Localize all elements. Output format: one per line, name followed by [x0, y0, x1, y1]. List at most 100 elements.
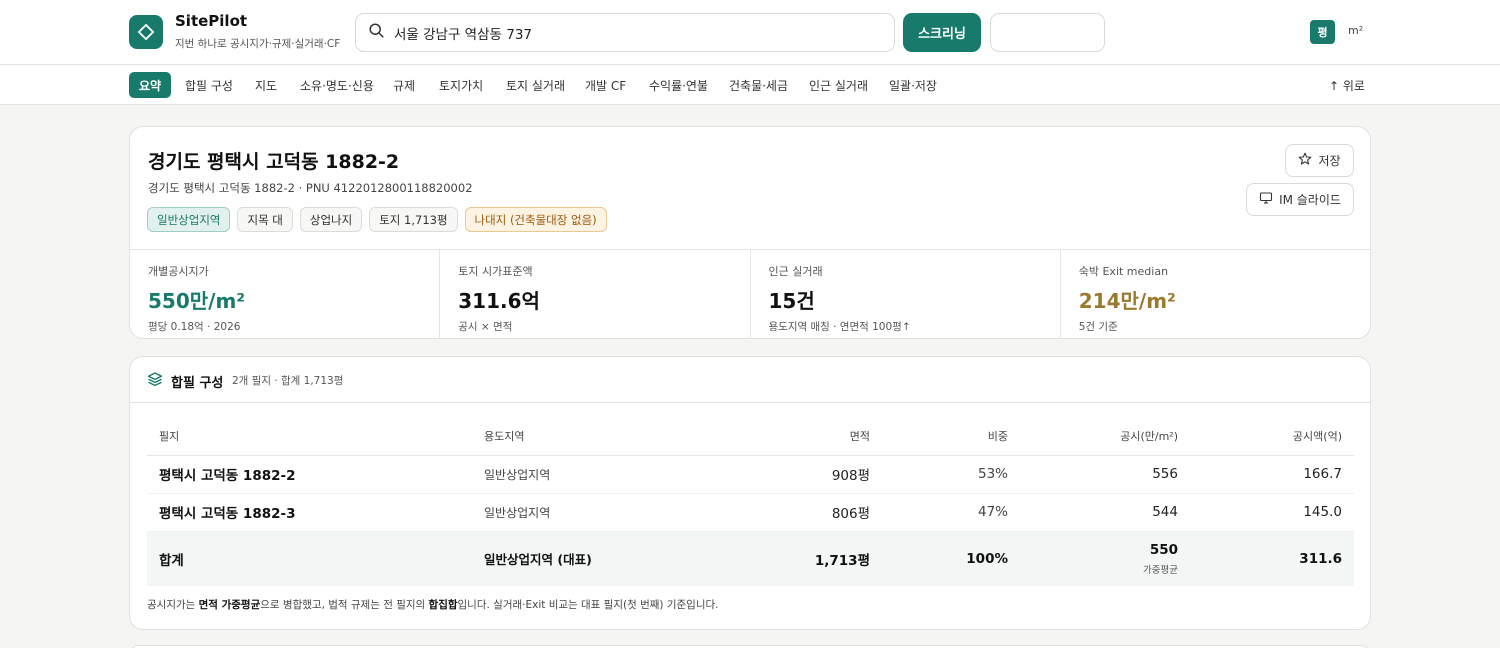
metric-label: 인근 실거래 — [768, 265, 823, 278]
metric-value: 550만/m² — [148, 289, 246, 313]
metric-note: 5건 기준 — [1078, 321, 1118, 333]
total-price: 550 — [1149, 541, 1178, 558]
total-ratio: 100% — [882, 531, 1020, 586]
parcel-name: 평택시 고덕동 1882-2 — [147, 455, 472, 494]
metric-note: 공시 × 면적 — [458, 321, 513, 333]
scroll-top-link[interactable]: ↑ 위로 — [1329, 72, 1365, 98]
tab-nearby-transactions[interactable]: 인근 실거래 — [809, 72, 868, 98]
tag-list: 일반상업지역 지목 대 상업나지 토지 1,713평 나대지 (건축물대장 없음… — [147, 207, 607, 232]
metric-value: 15건 — [768, 289, 815, 313]
property-title: 경기도 평택시 고덕동 1882-2 — [148, 151, 400, 173]
column-header: 비중 — [882, 417, 1020, 456]
parcel-ratio: 47% — [882, 493, 1020, 532]
unit-toggle-pyeong[interactable]: 평 — [1310, 20, 1335, 44]
tag-land-category: 지목 대 — [237, 207, 293, 232]
tab-regulation[interactable]: 규제 — [393, 72, 415, 98]
total-price-note: 가중평균 — [1143, 564, 1178, 576]
footnote-text: 으로 병합했고, 법적 규제는 전 필지의 — [260, 599, 429, 611]
metric-value: 214만/m² — [1078, 289, 1176, 313]
im-slide-button[interactable]: IM 슬라이드 — [1246, 183, 1354, 216]
im-slide-label: IM 슬라이드 — [1279, 193, 1341, 207]
tab-parcel-merge[interactable]: 합필 구성 — [185, 72, 233, 98]
tag-zoning: 일반상업지역 — [147, 207, 231, 232]
card-meta: 2개 필지 · 합계 1,713평 — [232, 375, 344, 387]
app-header: SitePilot 지번 하나로 공시지가·규제·실거래·CF 스크리닝 평 m… — [0, 0, 1500, 65]
total-area: 1,713평 — [692, 531, 882, 586]
logo-icon[interactable] — [129, 15, 163, 49]
tab-ownership[interactable]: 소유·명도·신용 — [300, 72, 374, 98]
save-label: 저장 — [1318, 154, 1341, 168]
tab-map[interactable]: 지도 — [255, 72, 277, 98]
total-price-cell: 550 가중평균 — [1020, 531, 1190, 586]
metric-value: 311.6억 — [458, 289, 540, 313]
save-button[interactable]: 저장 — [1285, 144, 1354, 177]
tab-summary[interactable]: 요약 — [129, 72, 172, 98]
table-header-row: 필지 용도지역 면적 비중 공시(만/m²) 공시액(억) — [147, 417, 1354, 456]
total-zone: 일반상업지역 (대표) — [472, 531, 692, 586]
metric-official-price: 개별공시지가 550만/m² 평당 0.18억 · 2026 — [130, 250, 441, 339]
metric-label: 토지 시가표준액 — [458, 265, 533, 278]
column-header: 필지 — [147, 417, 472, 456]
footnote-text: 공시지가는 — [147, 599, 199, 611]
metric-row: 개별공시지가 550만/m² 평당 0.18억 · 2026 토지 시가표준액 … — [130, 249, 1370, 339]
parcel-price: 556 — [1020, 455, 1190, 494]
parcel-area: 908평 — [692, 455, 882, 494]
column-header: 공시액(억) — [1190, 417, 1354, 456]
table-row: 평택시 고덕동 1882-2 일반상업지역 908평 53% 556 166.7 — [147, 455, 1354, 494]
search-icon — [369, 23, 384, 42]
total-label: 합계 — [147, 531, 472, 586]
brand-name: SitePilot — [175, 12, 248, 30]
layers-icon — [147, 371, 163, 391]
property-subtitle: 경기도 평택시 고덕동 1882-2 · PNU 412201280011882… — [148, 181, 473, 195]
unit-toggle-m2[interactable]: m² — [1348, 24, 1363, 37]
table-total-row: 합계 일반상업지역 (대표) 1,713평 100% 550 가중평균 311.… — [147, 531, 1354, 586]
card-header: 합필 구성 2개 필지 · 합계 1,713평 — [130, 357, 1370, 403]
star-icon — [1298, 152, 1312, 169]
parcel-amount: 145.0 — [1190, 493, 1354, 532]
presentation-icon — [1259, 191, 1273, 208]
screening-button[interactable]: 스크리닝 — [903, 13, 981, 52]
parcel-zone: 일반상업지역 — [472, 455, 692, 494]
search-bar[interactable] — [355, 13, 895, 52]
footnote-emphasis: 면적 가중평균 — [198, 599, 261, 611]
tab-building-tax[interactable]: 건축물·세금 — [729, 72, 788, 98]
table-row: 평택시 고덕동 1882-3 일반상업지역 806평 47% 544 145.0 — [147, 493, 1354, 532]
parcel-merge-card: 합필 구성 2개 필지 · 합계 1,713평 필지 용도지역 면적 비중 공시… — [129, 356, 1371, 630]
metric-standard-value: 토지 시가표준액 311.6억 공시 × 면적 — [440, 250, 751, 339]
search-input[interactable] — [394, 24, 874, 41]
metric-note: 용도지역 매칭 · 연면적 100평↑ — [768, 321, 911, 333]
parcel-amount: 166.7 — [1190, 455, 1354, 494]
brand: SitePilot 지번 하나로 공시지가·규제·실거래·CF — [175, 12, 340, 51]
column-header: 공시(만/m²) — [1020, 417, 1190, 456]
metric-label: 개별공시지가 — [148, 265, 209, 278]
secondary-button[interactable] — [990, 13, 1105, 52]
metric-note: 평당 0.18억 · 2026 — [148, 321, 241, 333]
tag-vacant-land: 나대지 (건축물대장 없음) — [464, 207, 607, 232]
brand-subtitle: 지번 하나로 공시지가·규제·실거래·CF — [175, 38, 341, 50]
metric-label: 숙박 Exit median — [1078, 265, 1169, 278]
parcel-table: 필지 용도지역 면적 비중 공시(만/m²) 공시액(억) 평택시 고덕동 18… — [147, 417, 1354, 586]
metric-nearby-transactions: 인근 실거래 15건 용도지역 매칭 · 연면적 100평↑ — [751, 250, 1061, 339]
card-title: 합필 구성 — [171, 376, 224, 391]
tab-yield[interactable]: 수익률·연불 — [649, 72, 708, 98]
parcel-area: 806평 — [692, 493, 882, 532]
tag-land-area: 토지 1,713평 — [369, 207, 458, 232]
metric-exit-median: 숙박 Exit median 214만/m² 5건 기준 — [1061, 250, 1370, 339]
tab-land-value[interactable]: 토지가치 — [439, 72, 483, 98]
tab-land-transactions[interactable]: 토지 실거래 — [506, 72, 565, 98]
footnote-emphasis: 합집합 — [428, 599, 458, 611]
parcel-zone: 일반상업지역 — [472, 493, 692, 532]
column-header: 면적 — [692, 417, 882, 456]
column-header: 용도지역 — [472, 417, 692, 456]
summary-card: 경기도 평택시 고덕동 1882-2 경기도 평택시 고덕동 1882-2 · … — [129, 126, 1371, 339]
section-nav: 요약 합필 구성 지도 소유·명도·신용 규제 토지가치 토지 실거래 개발 C… — [0, 65, 1500, 105]
footnote: 공시지가는 면적 가중평균으로 병합했고, 법적 규제는 전 필지의 합집합입니… — [147, 597, 719, 612]
tab-batch-save[interactable]: 일괄·저장 — [889, 72, 937, 98]
total-amount: 311.6 — [1190, 531, 1354, 586]
tag-land-use: 상업나지 — [299, 207, 363, 232]
tab-development-cf[interactable]: 개발 CF — [585, 72, 626, 98]
parcel-ratio: 53% — [882, 455, 1020, 494]
footnote-text: 입니다. 실거래·Exit 비교는 대표 필지(첫 번째) 기준입니다. — [457, 599, 719, 611]
parcel-price: 544 — [1020, 493, 1190, 532]
parcel-name: 평택시 고덕동 1882-3 — [147, 493, 472, 532]
